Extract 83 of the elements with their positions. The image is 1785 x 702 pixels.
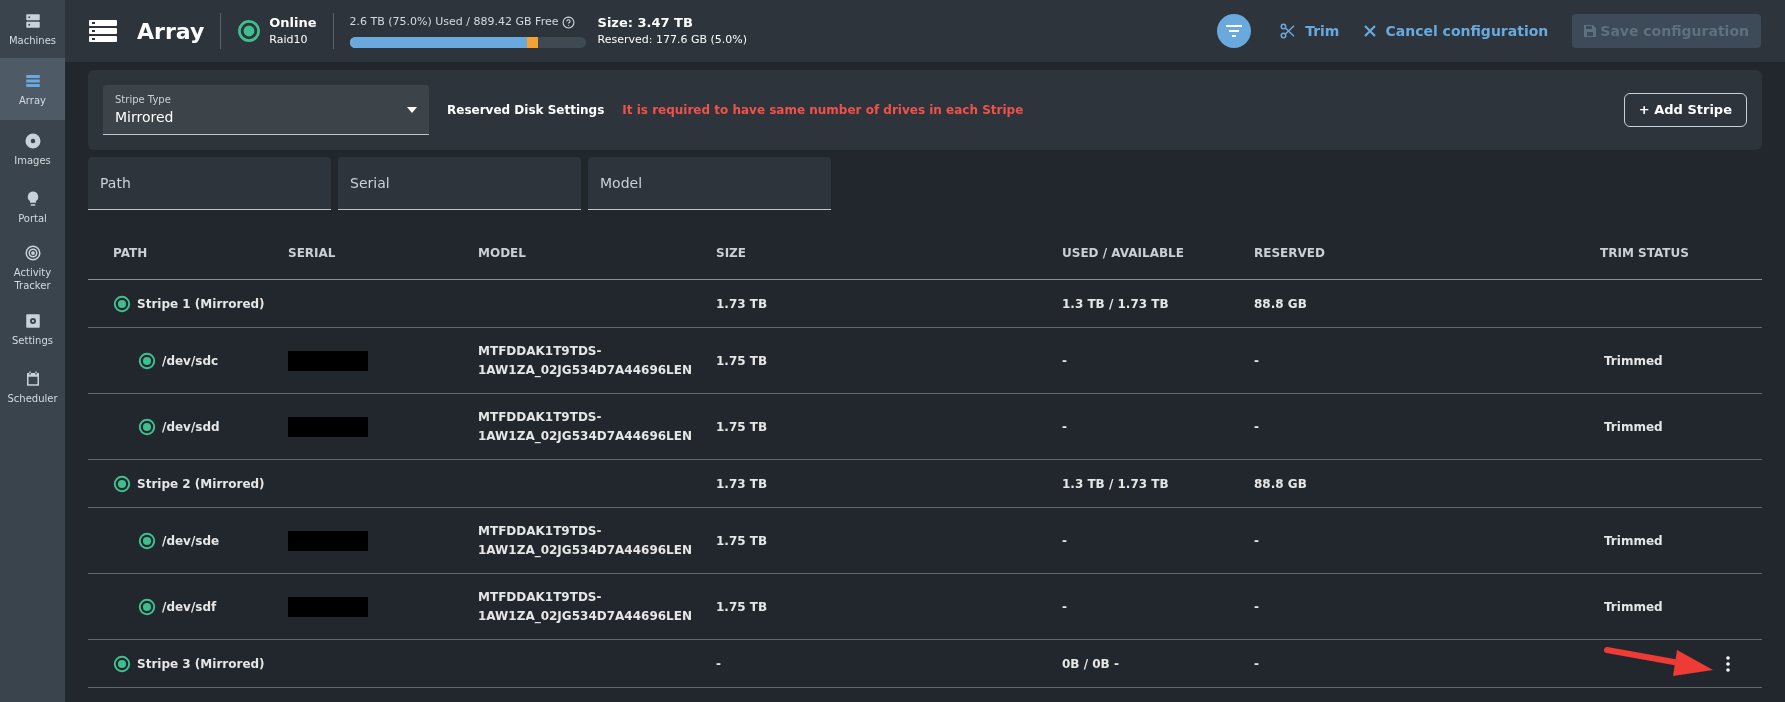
disk-path: /dev/sde xyxy=(162,532,220,550)
stripe-name: Stripe 2 (Mirrored) xyxy=(137,475,265,493)
more-icon xyxy=(1726,655,1730,672)
table-cell-text: 1.73 TB xyxy=(716,295,769,313)
table-cell-text: - xyxy=(1254,655,1260,673)
column-header: MODEL xyxy=(478,245,527,262)
sidebar-item[interactable]: Settings xyxy=(0,300,65,358)
filter-field[interactable]: Model xyxy=(588,157,831,210)
disk-path: /dev/sdd xyxy=(162,418,220,436)
filter-field[interactable]: Serial xyxy=(338,157,581,210)
status-icon xyxy=(138,531,156,550)
caret-icon xyxy=(407,106,417,113)
status-icon xyxy=(138,351,156,370)
table-cell-text: 1.75 TB xyxy=(716,352,769,370)
sidebar-item[interactable]: Machines xyxy=(0,0,65,58)
stripe-name: Stripe 3 (Mirrored) xyxy=(137,655,265,673)
sidebar-item[interactable]: Array xyxy=(0,58,65,120)
target-icon xyxy=(23,244,42,262)
table-cell-text: 1.75 TB xyxy=(716,418,769,436)
filter-icon xyxy=(1226,25,1243,37)
table-cell-text: 88.8 GB xyxy=(1254,295,1308,313)
table-cell-text: - xyxy=(1254,532,1260,550)
sidebar-item[interactable]: Activity Tracker xyxy=(0,236,65,300)
column-header: USED / AVAILABLE xyxy=(1062,245,1185,262)
table-cell-text: 1.75 TB xyxy=(716,532,769,550)
column-header: PATH xyxy=(113,245,149,262)
sidebar-item[interactable]: Scheduler xyxy=(0,358,65,416)
disk-path: /dev/sdf xyxy=(162,598,217,616)
size-text: Size: 3.47 TB xyxy=(597,14,694,31)
filter-button[interactable] xyxy=(1217,14,1252,48)
raid-level: Raid10 xyxy=(269,32,309,48)
sidebar-item[interactable]: Images xyxy=(0,120,65,178)
reserved-text: Reserved: 177.6 GB (5.0%) xyxy=(597,32,748,48)
table-cell-text: - xyxy=(1062,598,1068,616)
column-header: TRIM STATUS xyxy=(1600,245,1690,262)
table-cell-text: - xyxy=(1062,352,1068,370)
table-cell-text: - xyxy=(1254,352,1260,370)
filter-field[interactable]: Path xyxy=(88,157,331,210)
status-icon xyxy=(113,654,131,673)
table-cell-text: 88.8 GB xyxy=(1254,475,1308,493)
list-icon xyxy=(89,20,117,42)
page-title: Array xyxy=(137,17,205,46)
trim-status: Trimmed xyxy=(1603,532,1664,550)
column-header: RESERVED xyxy=(1254,245,1326,262)
usage-text: 2.6 TB (75.0%) Used / 889.42 GB Free xyxy=(349,14,559,31)
table-cell-text: 0B / 0B - xyxy=(1062,655,1120,673)
cancel-button[interactable]: Cancel configuration xyxy=(1351,13,1561,49)
add-stripe-button[interactable]: + Add Stripe xyxy=(1623,93,1747,127)
model-cell-text: MTFDDAK1T9TDS-1AW1ZA_02JG534D7A44696LEN xyxy=(478,522,693,560)
table-cell-text: - xyxy=(1062,532,1068,550)
table-cell-text: - xyxy=(1254,418,1260,436)
column-header: SERIAL xyxy=(288,245,337,262)
settings-icon xyxy=(23,311,42,330)
trim-button[interactable]: Trim xyxy=(1267,13,1352,49)
table-cell-text: - xyxy=(1062,418,1068,436)
status-text: Online xyxy=(269,14,317,31)
model-cell-text: MTFDDAK1T9TDS-1AW1ZA_02JG534D7A44696LEN xyxy=(478,342,693,380)
status-icon xyxy=(113,294,131,313)
status-icon xyxy=(113,474,131,493)
help-icon xyxy=(562,16,576,29)
stripe-name: Stripe 1 (Mirrored) xyxy=(137,295,265,313)
table-cell-text: - xyxy=(1254,598,1260,616)
status-icon xyxy=(138,417,156,436)
table-cell-text: 1.3 TB / 1.73 TB xyxy=(1062,475,1170,493)
table-cell-text: - xyxy=(716,655,722,673)
warning-text: It is required to have same number of drives in each Stripe xyxy=(622,102,1024,119)
column-header: SIZE xyxy=(716,245,747,262)
status-icon xyxy=(237,19,262,43)
model-cell-text: MTFDDAK1T9TDS-1AW1ZA_02JG534D7A44696LEN xyxy=(478,588,693,626)
close-icon xyxy=(1363,24,1378,38)
status-icon xyxy=(138,597,156,616)
table-cell-text: 1.3 TB / 1.73 TB xyxy=(1062,295,1170,313)
table-cell-text: 1.75 TB xyxy=(716,598,769,616)
server-icon xyxy=(23,11,42,30)
sidebar-item[interactable]: Portal xyxy=(0,178,65,236)
stripe-type-select[interactable]: Stripe Type Mirrored xyxy=(103,85,429,135)
section-label: Reserved Disk Settings xyxy=(447,102,605,119)
disk-path: /dev/sdc xyxy=(162,352,219,370)
model-cell-text: MTFDDAK1T9TDS-1AW1ZA_02JG534D7A44696LEN xyxy=(478,408,693,446)
trim-status: Trimmed xyxy=(1603,418,1664,436)
table-cell-text: 1.73 TB xyxy=(716,475,769,493)
trim-status: Trimmed xyxy=(1603,598,1664,616)
trim-status: Trimmed xyxy=(1603,352,1664,370)
